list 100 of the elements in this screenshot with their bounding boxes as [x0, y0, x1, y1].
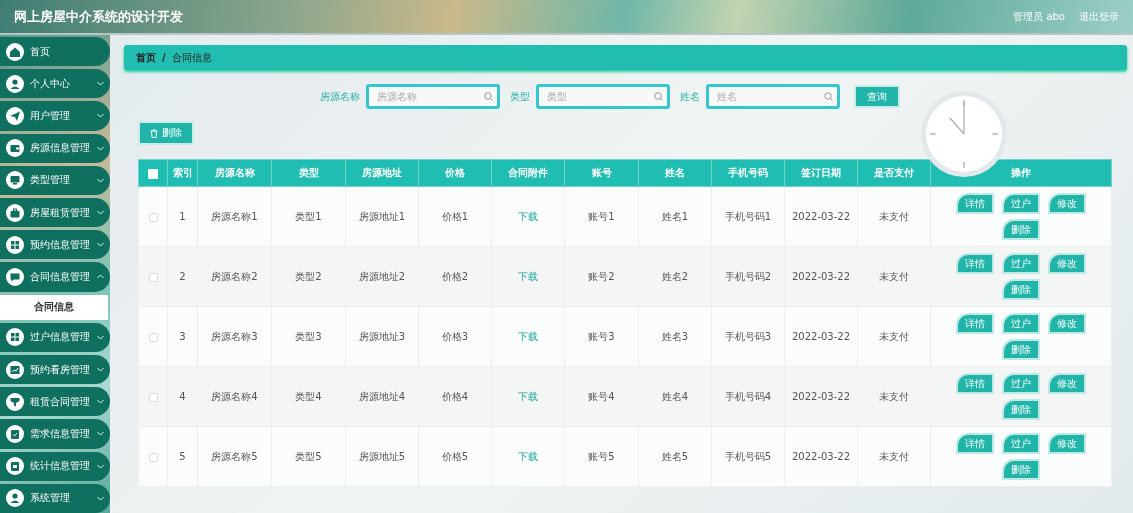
action-button[interactable]: 详情 — [956, 373, 994, 394]
table-cell: 价格2 — [441, 270, 469, 282]
table-cell: 房源地址1 — [358, 210, 406, 222]
user-name: 管理员 abo — [1013, 9, 1065, 24]
breadcrumb-link[interactable]: 首页 — [136, 50, 156, 65]
table-cell: 未支付 — [879, 450, 909, 462]
chevron-icon — [97, 274, 104, 280]
submenu-item[interactable]: 合同信息 — [0, 294, 108, 320]
sidebar-item[interactable]: 个人中心 — [0, 69, 110, 99]
sidebar-item[interactable]: 需求信息管理 — [0, 419, 110, 449]
select-all-checkbox[interactable] — [148, 168, 158, 179]
query-button[interactable]: 查询 — [854, 85, 900, 108]
action-button[interactable]: 删除 — [1002, 219, 1040, 240]
sidebar-item[interactable]: 预约看房管理 — [0, 355, 110, 385]
clipboard-icon — [6, 457, 24, 476]
table-cell: 房源名称2 — [211, 270, 258, 282]
sidebar-item[interactable]: 首页 — [0, 37, 110, 67]
table-cell: 5 — [179, 451, 186, 462]
table-cell: 房源地址2 — [358, 270, 406, 282]
row-checkbox[interactable] — [148, 332, 158, 342]
clock-icon — [920, 90, 1008, 178]
download-link[interactable]: 下载 — [518, 270, 538, 282]
table-cell: 姓名2 — [661, 270, 689, 282]
sidebar-item[interactable]: 用户管理 — [0, 101, 110, 131]
trash-icon — [150, 128, 158, 138]
delete-button[interactable]: 删除 — [138, 121, 194, 145]
action-button[interactable]: 删除 — [1002, 279, 1040, 300]
row-checkbox[interactable] — [148, 392, 158, 402]
search-field[interactable]: 类型 — [536, 84, 670, 109]
column-header: 房源地址 — [362, 167, 402, 178]
search-icon — [654, 92, 663, 101]
chevron-icon — [97, 334, 104, 340]
table-cell: 账号1 — [588, 210, 615, 222]
table-cell: 账号3 — [588, 330, 615, 342]
field-label: 姓名 — [680, 89, 700, 104]
grid-icon — [6, 235, 24, 254]
action-button[interactable]: 删除 — [1002, 399, 1040, 420]
table-cell: 房源地址5 — [358, 450, 406, 462]
sidebar-item[interactable]: 统计信息管理 — [0, 451, 110, 481]
table-cell: 2022-03-22 — [791, 271, 851, 282]
action-button[interactable]: 修改 — [1048, 373, 1086, 394]
action-button[interactable]: 详情 — [956, 433, 994, 454]
table-cell: 账号2 — [588, 270, 615, 282]
row-checkbox[interactable] — [148, 272, 158, 282]
table-cell: 房源名称4 — [211, 390, 258, 402]
table-cell: 2022-03-22 — [791, 211, 851, 222]
action-button[interactable]: 修改 — [1048, 253, 1086, 274]
row-checkbox[interactable] — [148, 452, 158, 462]
column-header: 操作 — [1011, 167, 1031, 178]
table-cell: 未支付 — [879, 270, 909, 282]
table-cell: 未支付 — [879, 330, 909, 342]
table-cell: 价格5 — [441, 450, 469, 462]
sidebar-item[interactable]: 系统管理 — [0, 483, 110, 513]
action-button[interactable]: 过户 — [1002, 253, 1040, 274]
table-cell: 手机号码3 — [724, 330, 772, 342]
sidebar-item[interactable]: 合同信息管理 — [0, 262, 110, 292]
chevron-icon — [97, 177, 104, 183]
logout-link[interactable]: 退出登录 — [1079, 9, 1119, 24]
table-cell: 类型5 — [295, 450, 322, 462]
sidebar-item[interactable]: 类型管理 — [0, 165, 110, 195]
download-link[interactable]: 下载 — [518, 330, 538, 342]
field-label: 类型 — [510, 89, 530, 104]
table-cell: 账号4 — [588, 390, 615, 402]
chevron-icon — [97, 367, 104, 373]
sidebar-item[interactable]: 过户信息管理 — [0, 322, 110, 352]
sidebar-item[interactable]: 预约信息管理 — [0, 230, 110, 260]
action-button[interactable]: 修改 — [1048, 193, 1086, 214]
action-button[interactable]: 删除 — [1002, 339, 1040, 360]
table-cell: 姓名1 — [661, 210, 689, 222]
row-checkbox[interactable] — [148, 212, 158, 222]
search-field[interactable]: 房源名称 — [366, 84, 500, 109]
action-button[interactable]: 过户 — [1002, 313, 1040, 334]
breadcrumb-link[interactable]: 合同信息 — [171, 50, 212, 65]
action-button[interactable]: 过户 — [1002, 433, 1040, 454]
sidebar-item[interactable]: 租赁合同管理 — [0, 387, 110, 417]
sidebar-item[interactable]: 房源信息管理 — [0, 133, 110, 163]
sidebar-item[interactable]: 房屋租赁管理 — [0, 197, 110, 228]
action-button[interactable]: 过户 — [1002, 193, 1040, 214]
action-button[interactable]: 修改 — [1048, 313, 1086, 334]
action-button[interactable]: 详情 — [956, 253, 994, 274]
chevron-icon — [97, 399, 104, 405]
plane-icon — [6, 106, 24, 125]
breadcrumb-separator: / — [162, 52, 166, 63]
column-header: 手机号码 — [728, 167, 768, 178]
download-link[interactable]: 下载 — [518, 390, 538, 402]
download-link[interactable]: 下载 — [518, 450, 538, 462]
action-button[interactable]: 详情 — [956, 313, 994, 334]
table-cell: 类型2 — [295, 270, 322, 282]
home-icon — [6, 42, 24, 61]
download-link[interactable]: 下载 — [518, 210, 538, 222]
column-header: 索引 — [172, 167, 193, 178]
search-field[interactable]: 姓名 — [706, 84, 840, 109]
table-cell: 2 — [179, 271, 186, 282]
action-button[interactable]: 详情 — [956, 193, 994, 214]
table-cell: 手机号码1 — [724, 210, 772, 222]
action-button[interactable]: 修改 — [1048, 433, 1086, 454]
chevron-icon — [97, 81, 104, 87]
table-cell: 姓名5 — [661, 450, 689, 462]
action-button[interactable]: 删除 — [1002, 459, 1040, 480]
action-button[interactable]: 过户 — [1002, 373, 1040, 394]
